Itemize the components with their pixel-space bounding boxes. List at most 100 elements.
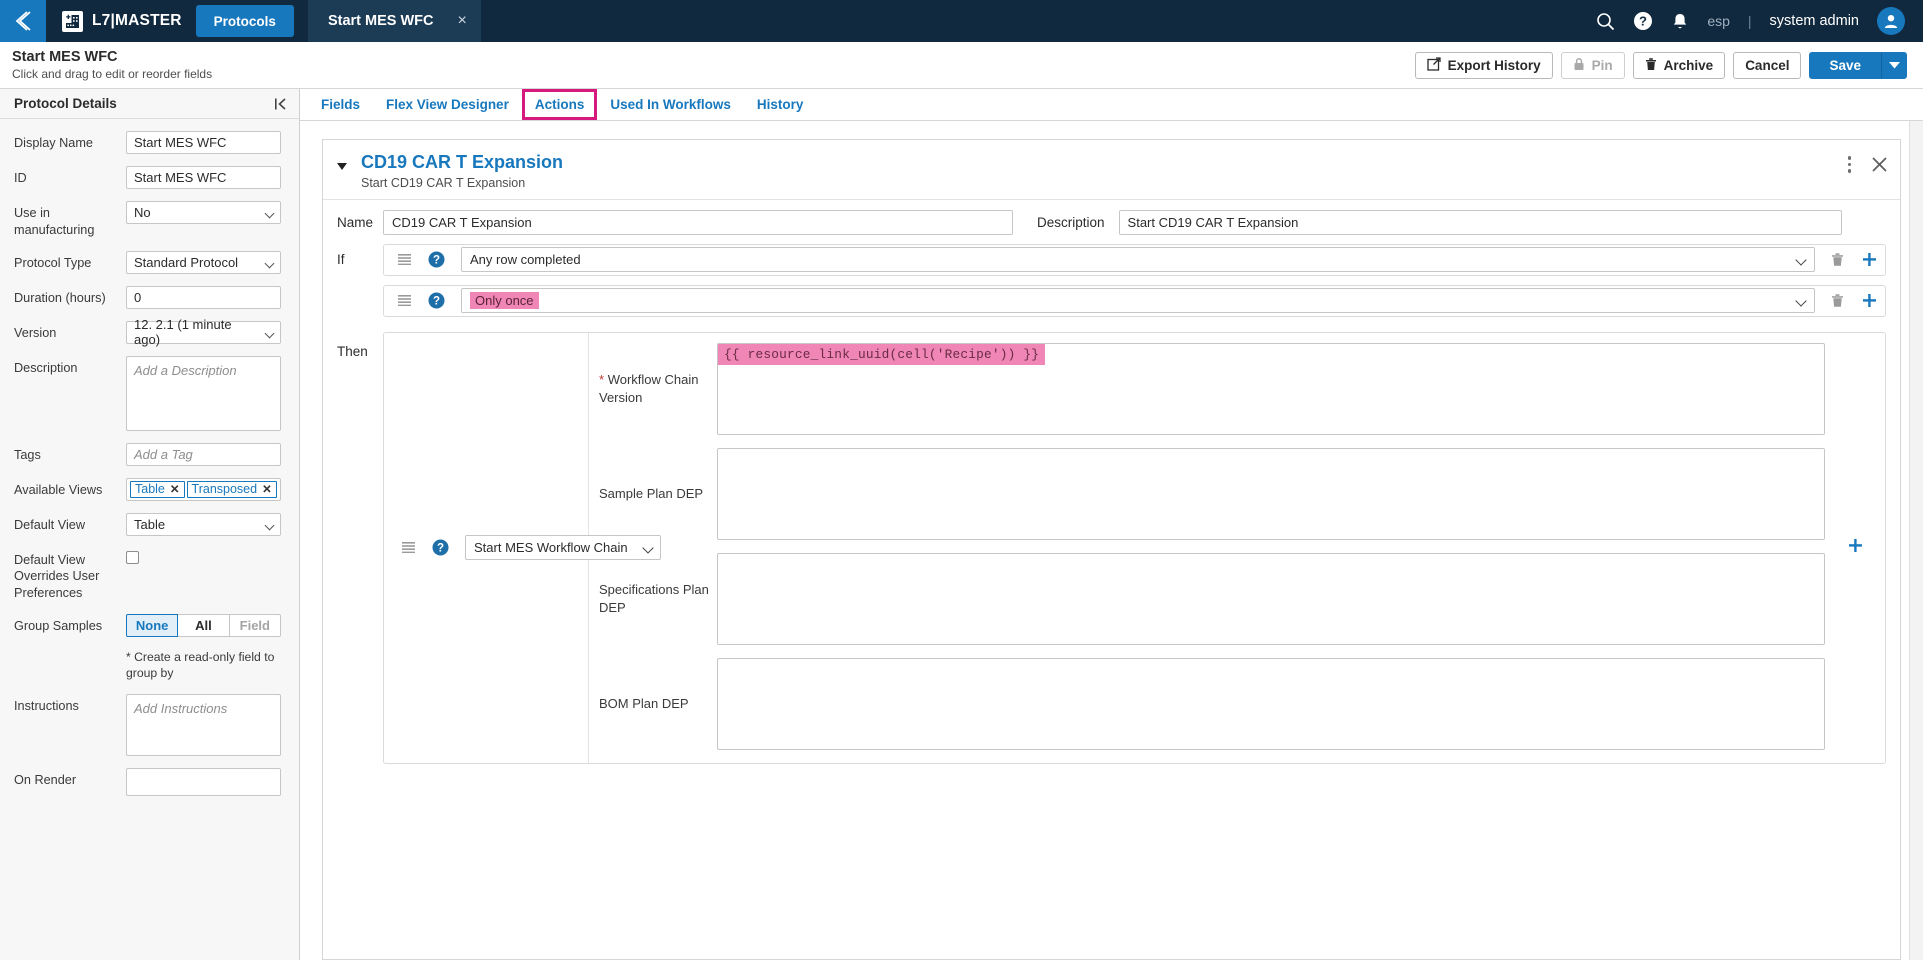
- id-input[interactable]: Start MES WFC: [126, 166, 281, 189]
- group-samples-option-all[interactable]: All: [178, 613, 230, 637]
- group-samples-segmented: None All Field: [126, 613, 281, 637]
- condition-select[interactable]: Only once: [461, 288, 1815, 313]
- nav-protocols-button[interactable]: Protocols: [195, 5, 294, 37]
- action-name-input[interactable]: CD19 CAR T Expansion: [383, 209, 1013, 235]
- protocol-type-select[interactable]: Standard Protocol: [126, 250, 281, 274]
- plus-icon[interactable]: [1853, 252, 1885, 267]
- collapse-panel-icon[interactable]: [274, 97, 289, 111]
- cancel-button[interactable]: Cancel: [1733, 51, 1802, 79]
- svg-text:?: ?: [433, 255, 440, 267]
- workflow-chain-version-input[interactable]: {{ resource_link_uuid(cell('Recipe')) }}: [717, 342, 1825, 435]
- user-avatar-icon[interactable]: [1877, 7, 1905, 35]
- display-name-input[interactable]: Start MES WFC: [126, 131, 281, 154]
- condition-value-highlighted: Only once: [470, 292, 539, 309]
- then-add-action-cell: [1825, 333, 1885, 763]
- field-available-views: Available Views Table ✕ Transposed ✕: [14, 477, 285, 501]
- action-card-body: Name CD19 CAR T Expansion Description St…: [323, 200, 1900, 764]
- duration-input[interactable]: 0: [126, 285, 281, 309]
- default-view-overrides-checkbox[interactable]: [126, 550, 139, 564]
- plus-icon[interactable]: [1853, 293, 1885, 308]
- help-circle-icon[interactable]: ?: [428, 251, 445, 268]
- pin-button[interactable]: Pin: [1560, 51, 1625, 79]
- chip-label: Table: [135, 482, 165, 497]
- field-label: Available Views: [14, 482, 103, 497]
- specifications-plan-dep-input[interactable]: [717, 552, 1825, 645]
- close-icon[interactable]: [1871, 156, 1888, 173]
- back-button[interactable]: [0, 0, 46, 42]
- brand[interactable]: L7|MASTER: [46, 0, 196, 42]
- group-samples-hint: * Create a read-only field to group by: [126, 649, 275, 681]
- condition-select[interactable]: Any row completed: [461, 247, 1815, 272]
- view-chip-transposed[interactable]: Transposed ✕: [186, 480, 277, 498]
- vertical-scrollbar[interactable]: [1909, 121, 1923, 960]
- svg-text:?: ?: [1639, 14, 1647, 29]
- archive-label: Archive: [1663, 57, 1714, 73]
- group-samples-option-none[interactable]: None: [126, 613, 179, 637]
- search-icon[interactable]: [1596, 12, 1615, 31]
- save-dropdown-button[interactable]: [1881, 51, 1907, 79]
- drag-handle-icon[interactable]: [402, 542, 416, 553]
- drag-handle-icon[interactable]: [398, 254, 412, 265]
- remove-chip-icon[interactable]: ✕: [170, 482, 180, 496]
- then-section: Then ? Start MES Workflow Chain * Workfl…: [323, 326, 1900, 764]
- then-action-select[interactable]: Start MES Workflow Chain: [465, 535, 661, 560]
- available-views-tagbox[interactable]: Table ✕ Transposed ✕: [126, 477, 281, 501]
- view-chip-table[interactable]: Table ✕: [130, 480, 185, 498]
- trash-icon[interactable]: [1821, 252, 1853, 267]
- open-tab-label: Start MES WFC: [327, 13, 434, 29]
- field-label: Instructions: [14, 698, 79, 713]
- action-card-header-icons: [1844, 151, 1889, 175]
- tab-history[interactable]: History: [744, 89, 817, 120]
- username-label[interactable]: system admin: [1770, 13, 1859, 29]
- tab-used-in-workflows[interactable]: Used In Workflows: [597, 89, 744, 120]
- trash-icon: [1645, 57, 1657, 74]
- field-label: Use in manufacturing: [14, 206, 95, 237]
- chevron-left-icon: [15, 11, 31, 31]
- open-tab-start-mes-wfc[interactable]: Start MES WFC ×: [307, 0, 481, 42]
- plus-icon[interactable]: [1848, 538, 1863, 558]
- close-icon[interactable]: ×: [457, 12, 466, 30]
- export-history-button[interactable]: Export History: [1414, 51, 1553, 79]
- action-card-header: CD19 CAR T Expansion Start CD19 CAR T Ex…: [323, 140, 1900, 200]
- chevron-down-icon: [1888, 56, 1900, 74]
- archive-button[interactable]: Archive: [1632, 51, 1726, 79]
- field-label: Default View: [14, 517, 85, 532]
- group-samples-option-field[interactable]: Field: [229, 613, 281, 637]
- help-circle-icon[interactable]: ?: [428, 292, 445, 309]
- if-row-2: ? Only once: [323, 284, 1900, 317]
- export-history-label: Export History: [1447, 57, 1541, 73]
- svg-text:?: ?: [433, 296, 440, 308]
- more-vertical-icon[interactable]: [1844, 154, 1856, 175]
- drag-handle-icon[interactable]: [398, 295, 412, 306]
- bom-plan-dep-input[interactable]: [717, 657, 1825, 750]
- tab-actions[interactable]: Actions: [521, 89, 598, 120]
- save-button[interactable]: Save: [1809, 51, 1881, 79]
- remove-chip-icon[interactable]: ✕: [262, 482, 272, 496]
- field-label: Description: [14, 360, 78, 375]
- description-label: Description: [1037, 214, 1105, 230]
- language-selector[interactable]: esp: [1707, 13, 1730, 29]
- bell-icon[interactable]: [1671, 12, 1689, 31]
- instructions-textarea[interactable]: Add Instructions: [126, 693, 281, 756]
- field-duration: Duration (hours) 0: [14, 285, 285, 309]
- version-select[interactable]: 12. 2.1 (1 minute ago): [126, 317, 281, 347]
- tab-flex-view-designer[interactable]: Flex View Designer: [373, 89, 522, 120]
- action-description-input[interactable]: Start CD19 CAR T Expansion: [1118, 209, 1842, 235]
- on-render-textarea[interactable]: [126, 767, 281, 796]
- tab-fields[interactable]: Fields: [308, 89, 373, 120]
- caret-down-icon[interactable]: [337, 163, 347, 170]
- if-row-1: If ? Any row completed: [323, 243, 1900, 276]
- default-view-select[interactable]: Table: [126, 512, 281, 536]
- trash-icon[interactable]: [1821, 293, 1853, 308]
- help-circle-icon[interactable]: ?: [432, 539, 449, 556]
- sample-plan-dep-input[interactable]: [717, 447, 1825, 540]
- condition-row: ? Any row completed: [383, 243, 1886, 276]
- external-link-icon: [1426, 56, 1441, 74]
- tags-input[interactable]: Add a Tag: [126, 442, 281, 466]
- field-description: Description Add a Description: [14, 355, 285, 431]
- group-samples-hint-row: * Create a read-only field to group by: [14, 649, 285, 682]
- use-in-manufacturing-select[interactable]: No: [126, 201, 281, 224]
- if-label: If: [337, 252, 345, 267]
- description-textarea[interactable]: Add a Description: [126, 355, 281, 431]
- help-circle-icon[interactable]: ?: [1633, 11, 1653, 31]
